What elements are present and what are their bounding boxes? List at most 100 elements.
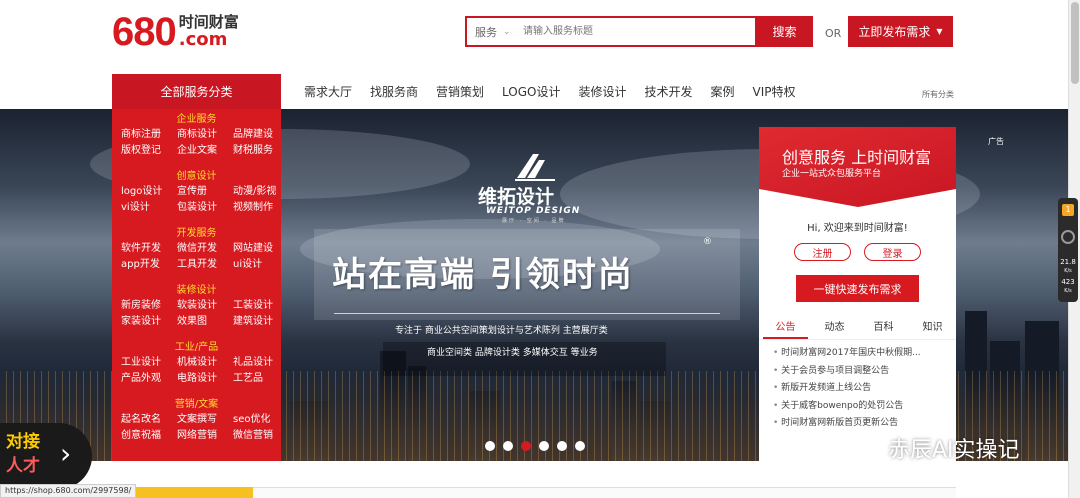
category-link[interactable]: 商标设计 [168,127,224,143]
category-link[interactable]: 视频制作 [224,200,280,216]
site-logo[interactable]: 680 时间财富 .com [112,8,239,52]
nav-item[interactable]: VIP特权 [753,83,796,100]
carousel-dot[interactable] [503,441,513,451]
search-button[interactable]: 搜索 [756,16,813,47]
category-link[interactable]: vi设计 [112,200,168,216]
caret-down-icon: ▼ [936,27,943,36]
logo-text: 时间财富 .com [179,14,239,50]
float-line-1: 对接 [6,432,40,452]
category-link[interactable]: 动漫/影视 [224,184,280,200]
list-item[interactable]: 关于威客bowenpo的处罚公告 [773,398,953,416]
divider [334,313,720,314]
tab-notice[interactable]: 公告 [763,318,808,339]
banner-line-1: 专注于 商业公共空间策划设计与艺术陈列 主营展厅类 [395,326,608,336]
login-button[interactable]: 登录 [864,243,921,261]
carousel-dot[interactable] [575,441,585,451]
category-title[interactable]: 装修设计 [112,284,281,298]
talent-float-text[interactable]: 对接 人才 [6,430,66,478]
nav-item[interactable]: 技术开发 [645,83,693,100]
carousel-dot-active[interactable] [521,441,531,451]
nav-item[interactable]: 案例 [711,83,735,100]
nav-item[interactable]: 营销策划 [436,83,484,100]
category-link[interactable]: 网络营销 [168,428,224,444]
category-link[interactable]: 电路设计 [168,371,224,387]
category-link[interactable]: 文案撰写 [168,412,224,428]
nav-item[interactable]: 需求大厅 [304,83,352,100]
register-button[interactable]: 注册 [794,243,851,261]
carousel-dot[interactable] [485,441,495,451]
category-link[interactable]: 微信开发 [168,241,224,257]
category-link[interactable]: 微信营销 [224,428,280,444]
all-categories-link[interactable]: 所有分类 [922,89,954,100]
category-link[interactable]: 包装设计 [168,200,224,216]
category-link[interactable]: seo优化 [224,412,280,428]
carousel-dot[interactable] [539,441,549,451]
category-group: 装修设计 新房装修 软装设计 工装设计 家装设计 效果图 建筑设计 [112,284,281,330]
category-title[interactable]: 营销/文案 [112,398,281,412]
category-title[interactable]: 创意设计 [112,170,281,184]
category-link[interactable]: 新房装修 [112,298,168,314]
category-link[interactable]: 礼品设计 [224,355,280,371]
nav-item[interactable]: 装修设计 [579,83,627,100]
watermark: 赤辰AI实操记 [856,432,1020,464]
category-link[interactable]: 商标注册 [112,127,168,143]
category-title[interactable]: 开发服务 [112,227,281,241]
category-link[interactable]: 软装设计 [168,298,224,314]
search-type-select[interactable]: 服务 ⌄ [467,24,517,40]
category-group: 工业/产品 工业设计 机械设计 礼品设计 产品外观 电路设计 工艺品 [112,341,281,387]
publish-demand-button[interactable]: 立即发布需求 ▼ [848,16,953,47]
upload-speed-unit: K/s [1064,268,1072,274]
category-link[interactable]: 家装设计 [112,314,168,330]
carousel-dot[interactable] [557,441,567,451]
category-link[interactable]: 起名改名 [112,412,168,428]
brand-mark-icon [515,154,555,181]
network-speed-widget[interactable]: 1 21.8 K/s 423 K/s [1058,198,1078,302]
category-link[interactable]: 建筑设计 [224,314,280,330]
category-link[interactable]: 软件开发 [112,241,168,257]
or-label: OR [825,27,842,40]
category-link[interactable]: 企业文案 [168,143,224,159]
ad-label: 广告 [988,137,1004,146]
chevron-right-icon[interactable]: › [60,438,71,470]
list-item[interactable]: 关于会员参与项目调整公告 [773,363,953,381]
category-link[interactable]: 创意祝福 [112,428,168,444]
search-box: 服务 ⌄ [465,16,757,47]
category-title[interactable]: 工业/产品 [112,341,281,355]
carousel-dots [485,441,593,451]
category-link[interactable]: ui设计 [224,257,280,273]
list-item[interactable]: 新版开发频道上线公告 [773,380,953,398]
quick-publish-button[interactable]: 一键快速发布需求 [796,275,919,302]
all-categories-tab[interactable]: 全部服务分类 [112,74,281,109]
category-link[interactable]: app开发 [112,257,168,273]
category-link[interactable]: 机械设计 [168,355,224,371]
publish-label: 立即发布需求 [858,25,931,39]
category-link[interactable]: 版权登记 [112,143,168,159]
category-link[interactable]: 宣传册 [168,184,224,200]
category-link[interactable]: 产品外观 [112,371,168,387]
category-link[interactable]: logo设计 [112,184,168,200]
user-side-panel: 创意服务 上时间财富 企业一站式众包服务平台 Hi, 欢迎来到时间财富! 注册 … [759,127,956,461]
list-item[interactable]: 时间财富网新版首页更新公告 [773,415,953,433]
category-link[interactable]: 工业设计 [112,355,168,371]
category-group: 企业服务 商标注册 商标设计 品牌建设 版权登记 企业文案 财税服务 [112,113,281,159]
list-item[interactable]: 时间财富网2017年国庆中秋假期... [773,345,953,363]
category-title[interactable]: 企业服务 [112,113,281,127]
tab-wiki[interactable]: 百科 [861,318,906,339]
logo-com: .com [178,29,228,50]
nav-item[interactable]: 找服务商 [370,83,418,100]
brand-name: 维拓设计 [478,186,555,208]
search-type-label: 服务 [475,25,497,39]
tab-news[interactable]: 动态 [812,318,857,339]
category-link[interactable]: 工艺品 [224,371,280,387]
category-link[interactable]: 效果图 [168,314,224,330]
category-link[interactable]: 财税服务 [224,143,280,159]
nav-item[interactable]: LOGO设计 [502,83,560,100]
tab-knowledge[interactable]: 知识 [910,318,955,339]
search-input[interactable] [517,18,747,45]
category-link[interactable]: 网站建设 [224,241,280,257]
scrollbar-thumb[interactable] [1071,2,1079,84]
category-link[interactable]: 工装设计 [224,298,280,314]
category-link[interactable]: 工具开发 [168,257,224,273]
category-group: 创意设计 logo设计 宣传册 动漫/影视 vi设计 包装设计 视频制作 [112,170,281,216]
category-link[interactable]: 品牌建设 [224,127,280,143]
